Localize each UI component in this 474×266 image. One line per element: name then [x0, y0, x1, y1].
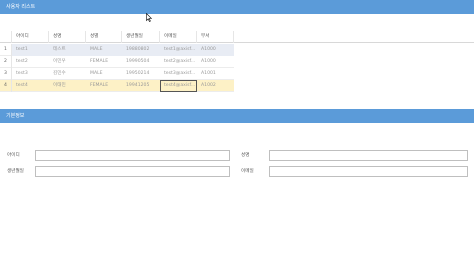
cell-name[interactable]: 테스트 — [49, 44, 86, 56]
cell-gender[interactable]: MALE — [86, 68, 122, 80]
cell-dept[interactable]: A1000 — [197, 56, 234, 68]
app-root: 사용자 리스트 아이디 성명 성별 생년월일 이메일 부서 1 test1 테스… — [0, 0, 474, 266]
email-field[interactable] — [269, 166, 468, 177]
cell-dept[interactable]: A1002 — [197, 80, 234, 92]
cell-id[interactable]: test4 — [12, 80, 49, 92]
id-label: 아이디 — [7, 153, 20, 158]
basic-info-title: 기본정보 — [6, 113, 25, 119]
row-number-header — [0, 31, 12, 43]
name-field[interactable] — [269, 150, 468, 161]
cell-name[interactable]: 이민우 — [49, 56, 86, 68]
cell-id[interactable]: test1 — [12, 44, 49, 56]
column-header-dept[interactable]: 부서 — [197, 31, 234, 43]
cell-name[interactable]: 김민수 — [49, 68, 86, 80]
table-row-selected[interactable]: 4 test4 이태민 FEMALE 19941205 test4@axisf.… — [0, 80, 234, 92]
cell-birth[interactable]: 19880802 — [122, 44, 160, 56]
row-number: 3 — [0, 68, 12, 80]
cell-id[interactable]: test3 — [12, 68, 49, 80]
basic-info-header: 기본정보 — [0, 109, 474, 123]
column-header-birth[interactable]: 생년월일 — [122, 31, 160, 43]
cell-email-focused[interactable]: test4@axisf... — [160, 80, 197, 92]
column-header-name[interactable]: 성명 — [49, 31, 86, 43]
birth-field[interactable] — [35, 166, 230, 177]
cell-birth[interactable]: 19950214 — [122, 68, 160, 80]
user-list-header: 사용자 리스트 — [0, 0, 474, 14]
cell-birth[interactable]: 19990504 — [122, 56, 160, 68]
table-row[interactable]: 1 test1 테스트 MALE 19880802 test1@axisf...… — [0, 44, 234, 56]
table-row[interactable]: 3 test3 김민수 MALE 19950214 test3@axisf...… — [0, 68, 234, 80]
grid-header: 아이디 성명 성별 생년월일 이메일 부서 — [0, 31, 474, 43]
id-field[interactable] — [35, 150, 230, 161]
cell-dept[interactable]: A1000 — [197, 44, 234, 56]
user-list-title: 사용자 리스트 — [6, 4, 36, 10]
email-label: 이메일 — [241, 169, 254, 174]
cell-id[interactable]: test2 — [12, 56, 49, 68]
cell-birth[interactable]: 19941205 — [122, 80, 160, 92]
cell-email[interactable]: test1@axisf... — [160, 44, 197, 56]
column-header-email[interactable]: 이메일 — [160, 31, 197, 43]
row-number: 1 — [0, 44, 12, 56]
row-number: 2 — [0, 56, 12, 68]
column-header-id[interactable]: 아이디 — [12, 31, 49, 43]
table-row[interactable]: 2 test2 이민우 FEMALE 19990504 test2@axisf.… — [0, 56, 234, 68]
cell-dept[interactable]: A1001 — [197, 68, 234, 80]
cell-name[interactable]: 이태민 — [49, 80, 86, 92]
column-header-gender[interactable]: 성별 — [86, 31, 122, 43]
cell-email[interactable]: test2@axisf... — [160, 56, 197, 68]
cell-gender[interactable]: MALE — [86, 44, 122, 56]
birth-label: 생년월일 — [7, 169, 24, 174]
cell-gender[interactable]: FEMALE — [86, 56, 122, 68]
row-number: 4 — [0, 80, 12, 92]
cell-email[interactable]: test3@axisf... — [160, 68, 197, 80]
name-label: 성명 — [241, 153, 250, 158]
mouse-pointer-icon — [146, 13, 152, 22]
cell-gender[interactable]: FEMALE — [86, 80, 122, 92]
